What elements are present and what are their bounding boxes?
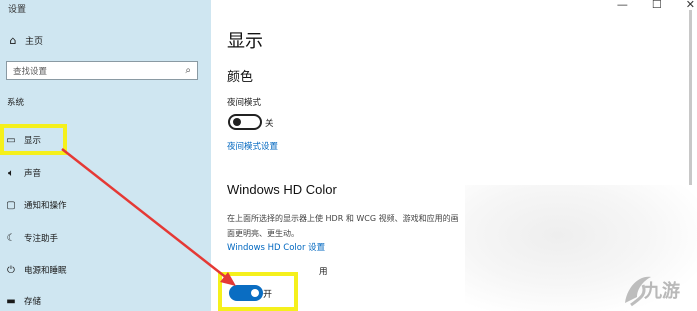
sidebar-item-sound[interactable]: 🔈︎ 声音 <box>4 164 204 182</box>
scrollbar[interactable] <box>689 10 692 190</box>
power-icon: ⏻ <box>7 264 15 276</box>
hd-color-heading: Windows HD Color <box>227 182 337 197</box>
home-icon: ⌂ <box>9 33 17 47</box>
hd-color-description: 在上面所选择的显示器上使 HDR 和 WCG 视频、游戏和应用的画面更明亮、更生… <box>227 214 459 238</box>
color-heading: 颜色 <box>227 70 254 85</box>
night-light-label: 夜间模式 <box>227 98 262 108</box>
minimize-button[interactable]: — <box>617 0 628 11</box>
sidebar-item-notifications[interactable]: ▢ 通知和操作 <box>4 196 204 214</box>
night-light-state: 关 <box>265 119 274 129</box>
highlight-box-toggle <box>218 272 298 311</box>
sidebar-item-label: 专注助手 <box>24 234 59 244</box>
sidebar: 设置 ⌂ 主页 查找设置 ⌕ 系统 ▭ 显示 🔈︎ 声音 ▢ 通知和操作 ☾ 专… <box>0 0 211 311</box>
notification-icon: ▢ <box>6 199 16 211</box>
page-title: 显示 <box>227 31 263 52</box>
night-light-toggle[interactable] <box>228 114 262 130</box>
sidebar-item-label: 电源和睡眠 <box>24 266 67 276</box>
sidebar-item-storage[interactable]: ▬ 存储 <box>4 292 204 310</box>
search-icon[interactable]: ⌕ <box>185 65 191 76</box>
storage-icon: ▬ <box>6 295 16 307</box>
moon-icon: ☾ <box>6 232 16 244</box>
hd-color-settings-link[interactable]: Windows HD Color 设置 <box>227 241 325 253</box>
search-placeholder: 查找设置 <box>13 66 48 77</box>
sidebar-item-label: 声音 <box>24 169 42 179</box>
window-controls: — ☐ ✕ <box>617 0 695 11</box>
sidebar-item-focus-assist[interactable]: ☾ 专注助手 <box>4 229 204 247</box>
speaker-icon: 🔈︎ <box>8 167 14 179</box>
nav-home-label: 主页 <box>25 36 44 47</box>
sidebar-item-label: 通知和操作 <box>24 201 67 211</box>
night-light-settings-link[interactable]: 夜间模式设置 <box>227 140 278 152</box>
sidebar-item-label: 存储 <box>24 297 42 307</box>
maximize-button[interactable]: ☐ <box>652 0 662 11</box>
nav-home[interactable]: ⌂ 主页 <box>6 31 206 49</box>
window-title: 设置 <box>8 5 27 15</box>
watermark-text: 九游 <box>644 281 680 302</box>
section-label-system: 系统 <box>7 98 25 108</box>
search-input[interactable]: 查找设置 ⌕ <box>6 61 198 80</box>
highlight-box-display <box>0 124 67 155</box>
sidebar-item-power[interactable]: ⏻ 电源和睡眠 <box>4 261 204 279</box>
toggle-knob <box>233 118 241 126</box>
